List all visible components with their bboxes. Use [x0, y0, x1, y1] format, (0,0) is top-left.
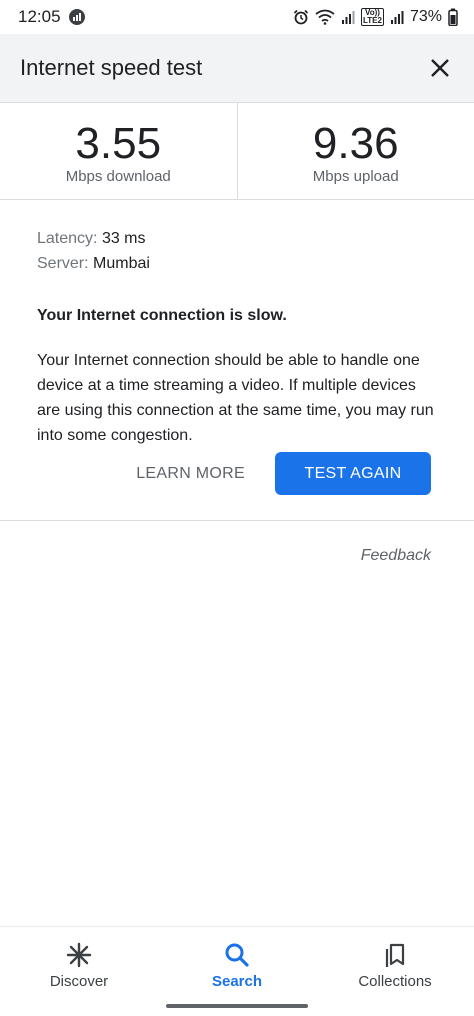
upload-value: 9.36 — [312, 118, 399, 168]
notification-icon — [68, 9, 85, 25]
download-result: 3.55 Mbps download — [0, 103, 237, 199]
nav-search-label: Search — [211, 973, 263, 990]
battery-percent: 73% — [409, 8, 442, 25]
server-label: Server: — [37, 255, 89, 272]
learn-more-button[interactable]: LEARN MORE — [136, 455, 245, 493]
nav-collections[interactable]: Collections — [316, 927, 474, 1016]
search-icon — [225, 943, 249, 967]
test-details: Latency: 33 ms Server: Mumbai Your Inter… — [37, 226, 437, 448]
asterisk-icon — [66, 942, 92, 968]
app-header: Internet speed test — [0, 34, 474, 103]
nav-search[interactable]: Search — [158, 927, 316, 1016]
wifi-icon — [315, 9, 335, 25]
divider — [0, 520, 474, 521]
signal-icon-2 — [390, 11, 404, 24]
nav-discover[interactable]: Discover — [0, 927, 158, 1016]
feedback-link[interactable]: Feedback — [361, 547, 431, 565]
test-again-button[interactable]: TEST AGAIN — [275, 452, 431, 495]
close-button[interactable] — [426, 54, 454, 82]
alarm-icon — [293, 9, 309, 25]
nav-discover-label: Discover — [49, 973, 109, 990]
upload-unit: Mbps upload — [312, 167, 399, 185]
latency-label: Latency: — [37, 230, 98, 247]
action-buttons: LEARN MORE TEST AGAIN — [136, 452, 431, 495]
status-time: 12:05 — [18, 7, 61, 26]
status-message: Your Internet connection is slow. — [37, 307, 287, 324]
status-bar: 12:05 Vo)) LTE2 73% — [0, 0, 474, 34]
upload-result: 9.36 Mbps upload — [236, 103, 474, 199]
bottom-navigation: Discover Search Collections — [0, 926, 474, 1016]
latency-line: Latency: 33 ms — [37, 226, 437, 251]
speed-results: 3.55 Mbps download 9.36 Mbps upload — [0, 103, 474, 200]
description-text: Your Internet connection should be able … — [37, 352, 434, 444]
download-unit: Mbps download — [65, 167, 171, 185]
download-value: 3.55 — [75, 118, 162, 168]
collections-icon — [385, 943, 405, 967]
battery-icon — [448, 8, 458, 26]
volte-indicator: Vo)) LTE2 — [361, 8, 384, 26]
page-title: Internet speed test — [20, 55, 203, 80]
close-icon — [431, 59, 449, 77]
home-indicator[interactable] — [166, 1004, 308, 1008]
signal-icon — [342, 11, 355, 24]
server-value: Mumbai — [93, 255, 150, 272]
latency-value: 33 ms — [101, 230, 146, 247]
nav-collections-label: Collections — [358, 973, 432, 990]
server-line: Server: Mumbai — [37, 251, 437, 276]
network-label: LTE2 — [363, 16, 382, 25]
